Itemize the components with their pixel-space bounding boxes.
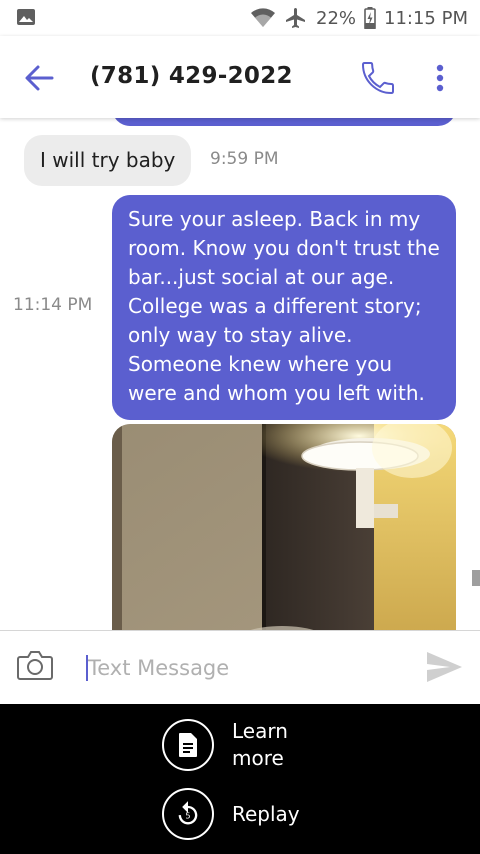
learn-more-label: Learn more — [232, 719, 288, 770]
gallery-icon — [17, 9, 35, 25]
phone-icon[interactable] — [356, 58, 400, 98]
outgoing-message-time: 11:14 PM — [13, 295, 93, 315]
svg-text:5: 5 — [185, 811, 190, 821]
lamp-photo — [112, 424, 456, 630]
ad-overlay-bar: Learn more 5 Replay — [0, 704, 480, 854]
incoming-message-bubble[interactable]: I will try baby — [24, 135, 192, 186]
scrollbar-thumb[interactable] — [472, 570, 480, 586]
wifi-icon — [251, 8, 275, 27]
previous-message-bubble[interactable] — [112, 118, 456, 126]
replay-label: Replay — [232, 801, 300, 826]
replay-icon: 5 — [178, 801, 198, 825]
battery-percent: 22% — [316, 7, 357, 29]
incoming-message-time: 9:59 PM — [210, 149, 279, 169]
status-time: 11:15 PM — [384, 7, 468, 29]
airplane-icon — [286, 8, 305, 28]
replay-circle: 5 — [162, 788, 214, 840]
status-bar: 22% 11:15 PM — [0, 0, 480, 36]
photo-attachment[interactable] — [112, 424, 456, 630]
document-icon — [179, 733, 197, 757]
message-input[interactable] — [88, 649, 398, 687]
conversation-header: (781) 429-2022 — [0, 36, 480, 118]
outgoing-message-bubble[interactable]: Sure your asleep. Back in my room. Know … — [112, 195, 456, 420]
back-arrow-icon[interactable] — [22, 61, 56, 95]
replay-button[interactable]: 5 Replay — [162, 788, 322, 840]
learn-more-circle — [162, 719, 214, 771]
status-icons: 22% 11:15 PM — [250, 4, 468, 32]
compose-bar — [0, 630, 480, 704]
learn-more-button[interactable]: Learn more — [162, 718, 322, 772]
message-thread[interactable]: I will try baby 9:59 PM 11:14 PM Sure yo… — [0, 118, 480, 630]
contact-phone-number: (781) 429-2022 — [90, 63, 293, 89]
more-vert-icon[interactable] — [428, 60, 452, 96]
battery-charging-icon — [364, 7, 376, 29]
send-icon[interactable] — [424, 649, 464, 685]
camera-icon[interactable] — [16, 648, 54, 682]
